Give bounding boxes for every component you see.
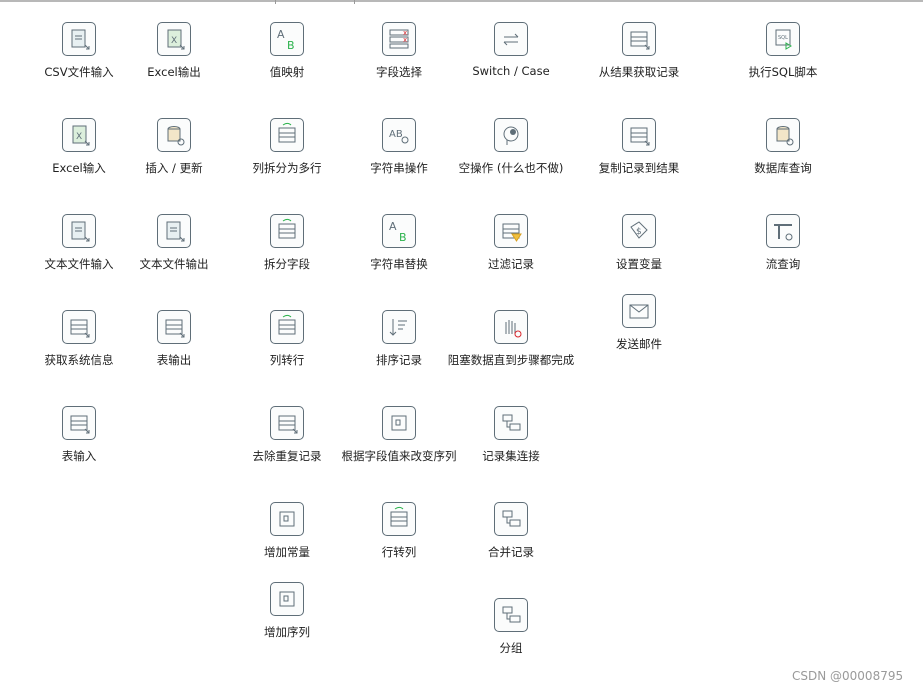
table-input-icon[interactable]: [62, 406, 96, 440]
step-label: 增加常量: [264, 545, 310, 559]
add-value-fields-changing-sequence-icon[interactable]: [382, 406, 416, 440]
step-label: 执行SQL脚本: [748, 65, 818, 79]
blocking-step-icon[interactable]: [494, 310, 528, 344]
merge-rows-icon[interactable]: [494, 502, 528, 536]
step-label: 列转行: [269, 353, 305, 367]
copy-rows-to-result-icon[interactable]: [622, 118, 656, 152]
step-label: 根据字段值来改变序列: [341, 449, 457, 463]
text-file-output-icon[interactable]: [157, 214, 191, 248]
split-field-to-rows-icon[interactable]: [270, 118, 304, 152]
stream-lookup-icon[interactable]: [766, 214, 800, 248]
step-label: 从结果获取记录: [598, 65, 680, 79]
mail-icon[interactable]: [622, 294, 656, 328]
merge-join-icon[interactable]: [494, 406, 528, 440]
svg-text:X: X: [171, 36, 177, 46]
step-label: 阻塞数据直到步骤都完成: [447, 353, 575, 367]
step-label: 合并记录: [488, 545, 534, 559]
step-label: Switch / Case: [472, 64, 550, 78]
step-label: 空操作 (什么也不做): [458, 161, 564, 175]
step-label: 字符串替换: [370, 257, 428, 271]
svg-text:B: B: [399, 231, 407, 244]
step-label: 增加序列: [264, 625, 310, 639]
step-label: 数据库查询: [754, 161, 812, 175]
excel-input-icon[interactable]: X: [62, 118, 96, 152]
svg-text:X: X: [76, 132, 82, 142]
normaliser-icon[interactable]: [270, 310, 304, 344]
svg-text:x: x: [403, 36, 407, 44]
step-label: 去除重复记录: [252, 449, 322, 463]
excel-output-icon[interactable]: X: [157, 22, 191, 56]
add-sequence-icon[interactable]: [270, 582, 304, 616]
svg-text:$: $: [636, 227, 642, 237]
step-label: 复制记录到结果: [598, 161, 680, 175]
switch-case-icon[interactable]: [494, 22, 528, 56]
system-info-icon[interactable]: [62, 310, 96, 344]
ruler-tick: [354, 0, 355, 4]
add-constants-icon[interactable]: [270, 502, 304, 536]
step-label: 记录集连接: [482, 449, 540, 463]
step-label: 值映射: [269, 65, 305, 79]
step-label: 列拆分为多行: [252, 161, 322, 175]
step-label: 字段选择: [376, 65, 422, 79]
denormaliser-icon[interactable]: [382, 502, 416, 536]
insert-update-icon[interactable]: [157, 118, 191, 152]
step-label: 插入 / 更新: [145, 161, 203, 175]
svg-text:A: A: [389, 220, 397, 233]
step-label: 字符串操作: [370, 161, 428, 175]
text-file-input-icon[interactable]: [62, 214, 96, 248]
replace-string-icon[interactable]: AB: [382, 214, 416, 248]
step-label: 流查询: [765, 257, 801, 271]
watermark: CSDN @00008795: [792, 669, 904, 683]
dummy-icon[interactable]: [494, 118, 528, 152]
sort-rows-icon[interactable]: [382, 310, 416, 344]
step-label: 表输出: [156, 353, 192, 367]
group-by-icon[interactable]: [494, 598, 528, 632]
step-label: 文本文件输出: [139, 257, 209, 271]
step-label: 排序记录: [376, 353, 422, 367]
set-variables-icon[interactable]: $: [622, 214, 656, 248]
step-label: Excel输出: [147, 65, 201, 79]
step-label: 分组: [499, 641, 523, 655]
step-label: 设置变量: [616, 257, 662, 271]
svg-text:AB: AB: [389, 129, 403, 140]
execute-sql-icon[interactable]: SQL: [766, 22, 800, 56]
string-operations-icon[interactable]: AB: [382, 118, 416, 152]
get-rows-from-result-icon[interactable]: [622, 22, 656, 56]
canvas-top-border: [0, 0, 923, 2]
step-label: 过滤记录: [488, 257, 534, 271]
step-label: 行转列: [381, 545, 417, 559]
filter-rows-icon[interactable]: [494, 214, 528, 248]
ruler-tick: [275, 0, 276, 4]
svg-text:SQL: SQL: [778, 35, 788, 41]
csv-file-input-icon[interactable]: [62, 22, 96, 56]
database-lookup-icon[interactable]: [766, 118, 800, 152]
svg-text:A: A: [277, 28, 285, 41]
split-fields-icon[interactable]: [270, 214, 304, 248]
select-values-icon[interactable]: xx: [382, 22, 416, 56]
svg-text:B: B: [287, 39, 295, 52]
step-label: 发送邮件: [616, 337, 662, 351]
value-mapper-icon[interactable]: AB: [270, 22, 304, 56]
step-label: 拆分字段: [264, 257, 310, 271]
unique-rows-icon[interactable]: [270, 406, 304, 440]
step-label: 表输入: [61, 449, 97, 463]
table-output-icon[interactable]: [157, 310, 191, 344]
